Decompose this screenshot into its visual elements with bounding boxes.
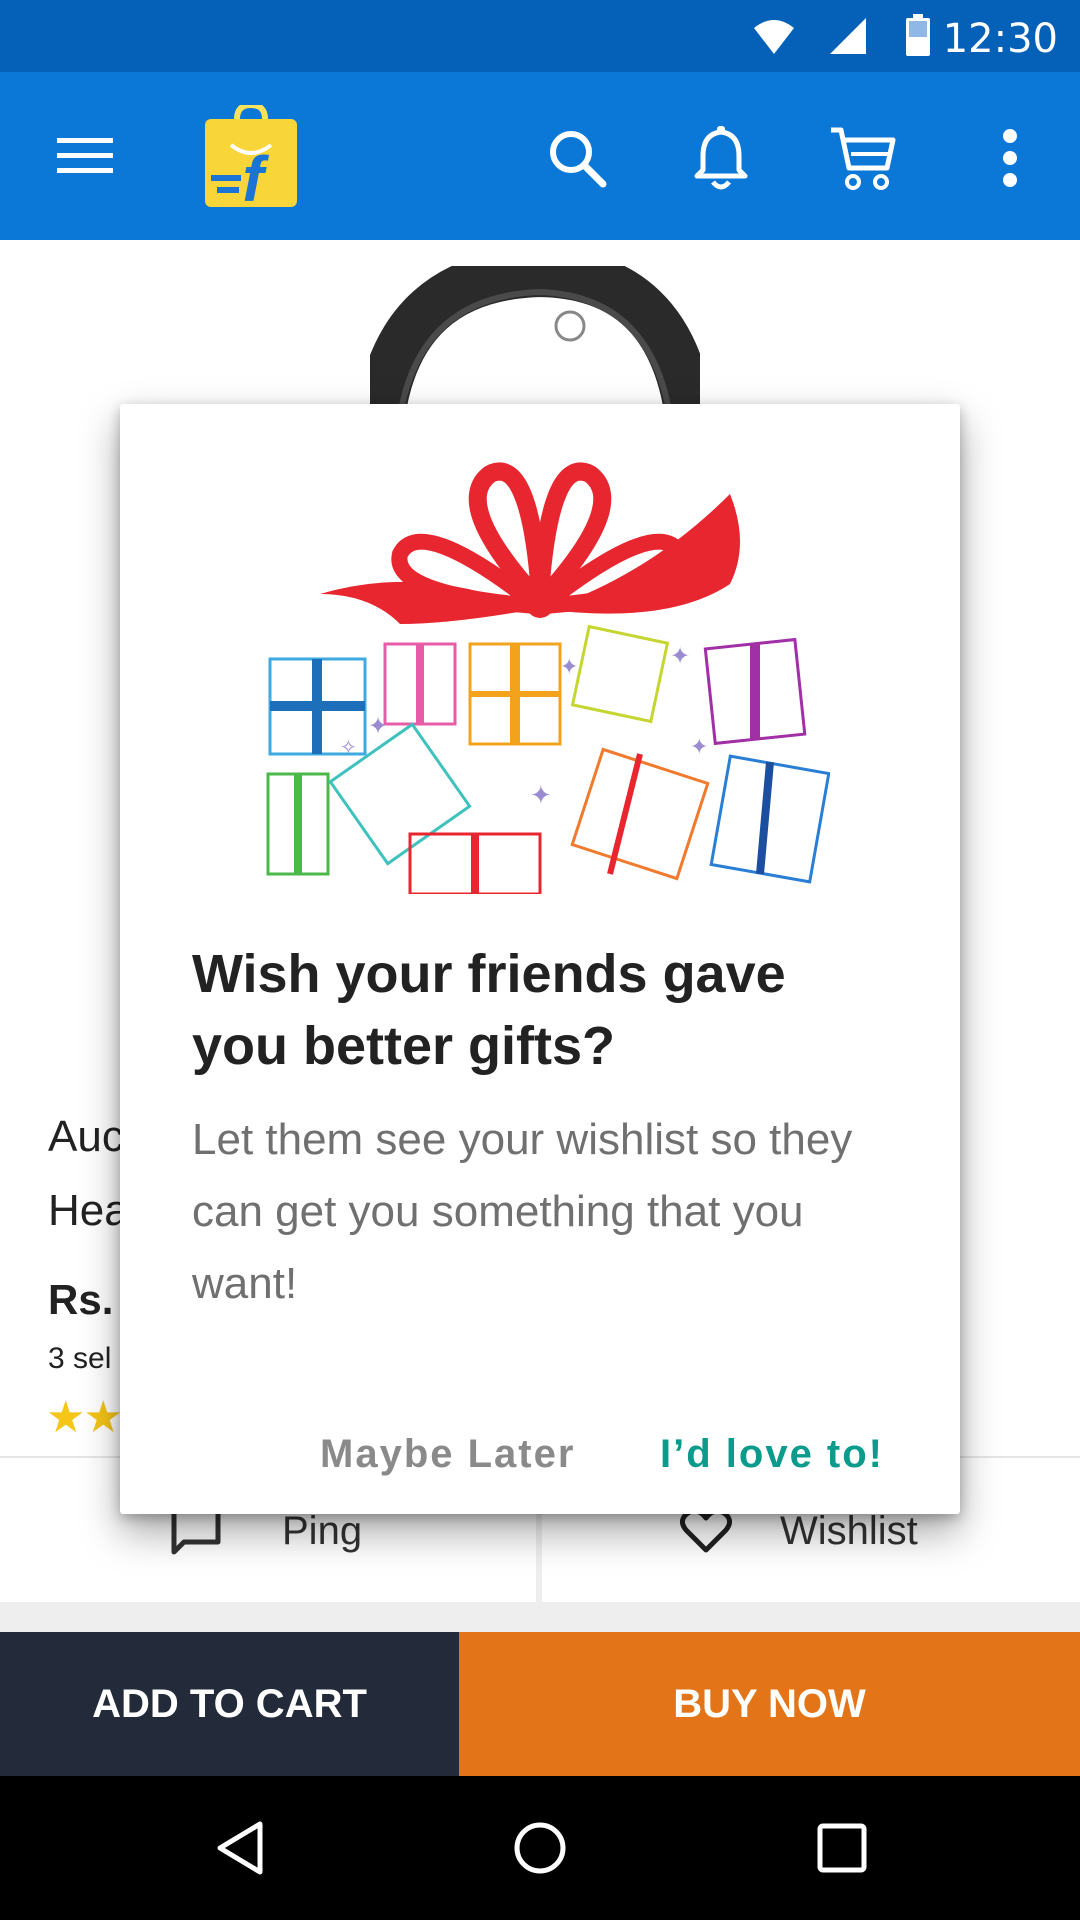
more-options-button[interactable] [980,116,1040,200]
cart-icon [831,127,896,190]
cart-button[interactable] [818,116,908,200]
dialog-title: Wish your friends gave you better gifts? [192,944,786,1076]
home-circle-icon [514,1822,566,1874]
product-title-line2: Hea [48,1186,129,1235]
maybe-later-button[interactable]: Maybe Later [320,1412,575,1496]
search-button[interactable] [532,116,622,200]
section-gap [0,1602,1080,1632]
sellers-count[interactable]: 3 sel [48,1342,111,1376]
wishlist-label: Wishlist [780,1508,918,1553]
gift-boxes-illustration: ✦ ✦ ✦ ✧ ✦ ✦ [266,462,830,894]
product-title-line1: Auc [48,1112,124,1161]
flipkart-logo[interactable]: f [196,102,306,212]
search-icon [550,131,607,188]
rating-stars: ★★ [46,1393,123,1442]
svg-text:✦: ✦ [690,735,708,760]
menu-button[interactable] [40,116,130,196]
notifications-button[interactable] [676,116,766,200]
svg-text:✦: ✦ [530,781,552,811]
dialog-message: Let them see your wishlist so they can g… [192,1115,853,1308]
svg-text:✦: ✦ [670,642,690,670]
signal-icon [830,18,866,54]
clock: 12:30 [942,16,1058,62]
back-triangle-icon [217,1821,263,1875]
menu-icon [57,138,113,173]
shopping-bag-logo-icon: f [205,105,297,209]
wishlist-share-dialog: ✦ ✦ ✦ ✧ ✦ ✦ Wish your friends gave you b… [120,404,960,1514]
svg-text:✦: ✦ [560,655,578,680]
bell-icon [694,126,748,190]
wifi-icon [754,20,794,54]
headphone-image [370,266,700,416]
back-button[interactable] [170,1776,310,1920]
home-button[interactable] [470,1776,610,1920]
product-price: Rs. [48,1276,114,1323]
navigation-bar [0,1776,1080,1920]
buy-now-button[interactable]: BUY NOW [459,1632,1080,1776]
svg-text:✦: ✦ [368,712,388,740]
app-bar: f [0,72,1080,240]
add-to-cart-button[interactable]: ADD TO CART [0,1632,459,1776]
battery-icon [906,14,930,56]
love-to-button[interactable]: I’d love to! [660,1412,884,1496]
heart-icon [680,1508,732,1553]
ping-label: Ping [282,1508,363,1553]
svg-text:✧: ✧ [340,735,357,759]
status-bar: 12:30 [0,0,1080,72]
recents-square-icon [817,1823,867,1873]
more-vert-icon [1003,129,1017,187]
recents-button[interactable] [772,1776,912,1920]
